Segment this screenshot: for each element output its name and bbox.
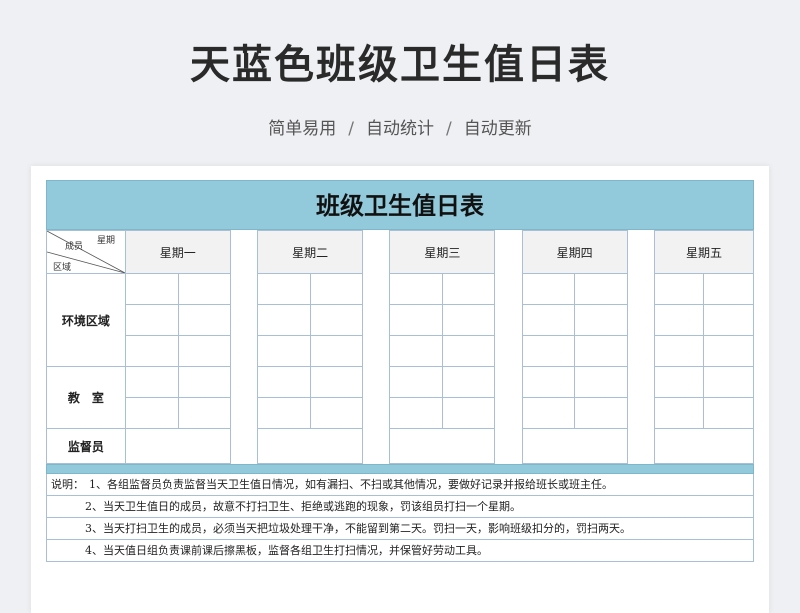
table-cell[interactable] bbox=[574, 366, 628, 398]
table-cell[interactable] bbox=[574, 335, 628, 367]
table-cell[interactable] bbox=[309, 273, 364, 305]
note-line-2: 2、当天卫生值日的成员，故意不打扫卫生、拒绝或逃跑的现象，罚该组员打扫一个星期。 bbox=[46, 496, 754, 518]
row-label-classroom: 教 室 bbox=[46, 366, 126, 429]
table-cell[interactable] bbox=[574, 273, 628, 305]
table-cell[interactable] bbox=[653, 397, 705, 429]
gap-column bbox=[362, 230, 391, 464]
day-header-tue: 星期二 bbox=[257, 230, 364, 274]
table-cell[interactable] bbox=[309, 397, 364, 429]
sheet-title: 班级卫生值日表 bbox=[46, 180, 754, 230]
table-cell[interactable] bbox=[389, 366, 443, 398]
table-cell[interactable] bbox=[124, 397, 180, 429]
notes-divider-bar bbox=[46, 464, 754, 474]
table-cell[interactable] bbox=[257, 273, 311, 305]
corner-member-label: 成员 bbox=[65, 242, 84, 252]
table-cell[interactable] bbox=[178, 304, 231, 336]
table-cell[interactable] bbox=[521, 273, 576, 305]
table-cell[interactable] bbox=[124, 335, 180, 367]
table-cell[interactable] bbox=[441, 366, 496, 398]
spreadsheet-preview: 班级卫生值日表 星期 成员 区域 星期一 星期二 星期三 星期四 星期五 环境区… bbox=[31, 166, 769, 613]
page-subtitle: 简单易用 / 自动统计 / 自动更新 bbox=[0, 114, 800, 139]
note-line-3: 3、当天打扫卫生的成员，必须当天把垃圾处理干净，不能留到第二天。罚扫一天，影响班… bbox=[46, 518, 754, 540]
table-cell[interactable] bbox=[703, 335, 754, 367]
table-cell[interactable] bbox=[703, 397, 754, 429]
corner-day-label: 星期 bbox=[97, 236, 116, 246]
table-cell[interactable] bbox=[521, 366, 576, 398]
day-header-fri: 星期五 bbox=[653, 230, 755, 274]
supervisor-cell-fri[interactable] bbox=[653, 428, 755, 464]
table-cell[interactable] bbox=[521, 335, 576, 367]
day-header-thu: 星期四 bbox=[521, 230, 628, 274]
table-cell[interactable] bbox=[703, 304, 754, 336]
table-cell[interactable] bbox=[521, 304, 576, 336]
supervisor-cell-wed[interactable] bbox=[389, 428, 496, 464]
table-cell[interactable] bbox=[178, 335, 231, 367]
table-cell[interactable] bbox=[574, 397, 628, 429]
subtitle-separator: / bbox=[446, 119, 452, 139]
row-label-environment: 环境区域 bbox=[46, 273, 126, 367]
day-header-wed: 星期三 bbox=[389, 230, 496, 274]
note-text: 1、各组监督员负责监督当天卫生值日情况，如有漏扫、不扫或其他情况，要做好记录并报… bbox=[89, 478, 613, 491]
table-cell[interactable] bbox=[441, 397, 496, 429]
table-cell[interactable] bbox=[521, 397, 576, 429]
table-cell[interactable] bbox=[178, 273, 231, 305]
corner-cell: 星期 成员 区域 bbox=[46, 230, 126, 274]
note-line-1: 说明： 1、各组监督员负责监督当天卫生值日情况，如有漏扫、不扫或其他情况，要做好记… bbox=[46, 474, 754, 496]
duty-table-wrap: 班级卫生值日表 星期 成员 区域 星期一 星期二 星期三 星期四 星期五 环境区… bbox=[46, 180, 755, 562]
notes-section: 说明： 1、各组监督员负责监督当天卫生值日情况，如有漏扫、不扫或其他情况，要做好记… bbox=[46, 464, 754, 562]
table-cell[interactable] bbox=[441, 304, 496, 336]
supervisor-cell-thu[interactable] bbox=[521, 428, 628, 464]
table-cell[interactable] bbox=[257, 335, 311, 367]
gap-column bbox=[626, 230, 655, 464]
table-cell[interactable] bbox=[653, 366, 705, 398]
table-cell[interactable] bbox=[309, 335, 364, 367]
supervisor-cell-tue[interactable] bbox=[257, 428, 364, 464]
table-cell[interactable] bbox=[178, 397, 231, 429]
table-cell[interactable] bbox=[309, 304, 364, 336]
table-cell[interactable] bbox=[178, 366, 231, 398]
table-cell[interactable] bbox=[653, 304, 705, 336]
table-cell[interactable] bbox=[389, 335, 443, 367]
subtitle-update: 自动更新 bbox=[463, 119, 532, 139]
table-cell[interactable] bbox=[441, 335, 496, 367]
page-title: 天蓝色班级卫生值日表 bbox=[190, 42, 610, 88]
note-text: 4、当天值日组负责课前课后擦黑板，监督各组卫生打扫情况，并保管好劳动工具。 bbox=[85, 544, 488, 557]
table-cell[interactable] bbox=[124, 273, 180, 305]
supervisor-cell-mon[interactable] bbox=[124, 428, 231, 464]
gap-column bbox=[229, 230, 259, 464]
table-cell[interactable] bbox=[441, 273, 496, 305]
table-cell[interactable] bbox=[653, 335, 705, 367]
notes-lead-label: 说明： bbox=[51, 478, 84, 491]
duty-grid: 星期 成员 区域 星期一 星期二 星期三 星期四 星期五 环境区域 教 室 监督… bbox=[46, 230, 755, 464]
note-text: 3、当天打扫卫生的成员，必须当天把垃圾处理干净，不能留到第二天。罚扫一天，影响班… bbox=[85, 522, 631, 535]
note-line-4: 4、当天值日组负责课前课后擦黑板，监督各组卫生打扫情况，并保管好劳动工具。 bbox=[46, 540, 754, 562]
table-cell[interactable] bbox=[703, 273, 754, 305]
table-cell[interactable] bbox=[124, 304, 180, 336]
table-cell[interactable] bbox=[389, 273, 443, 305]
gap-column bbox=[494, 230, 523, 464]
day-header-mon: 星期一 bbox=[124, 230, 231, 274]
corner-area-label: 区域 bbox=[53, 263, 72, 273]
table-cell[interactable] bbox=[309, 366, 364, 398]
table-cell[interactable] bbox=[703, 366, 754, 398]
subtitle-easy: 简单易用 bbox=[268, 119, 337, 139]
table-cell[interactable] bbox=[257, 304, 311, 336]
note-text: 2、当天卫生值日的成员，故意不打扫卫生、拒绝或逃跑的现象，罚该组员打扫一个星期。 bbox=[85, 500, 521, 513]
row-label-supervisor: 监督员 bbox=[46, 428, 126, 464]
table-cell[interactable] bbox=[389, 304, 443, 336]
table-cell[interactable] bbox=[124, 366, 180, 398]
table-cell[interactable] bbox=[653, 273, 705, 305]
table-cell[interactable] bbox=[257, 366, 311, 398]
table-cell[interactable] bbox=[389, 397, 443, 429]
subtitle-separator: / bbox=[348, 119, 354, 139]
table-cell[interactable] bbox=[574, 304, 628, 336]
subtitle-stats: 自动统计 bbox=[366, 119, 434, 139]
table-cell[interactable] bbox=[257, 397, 311, 429]
